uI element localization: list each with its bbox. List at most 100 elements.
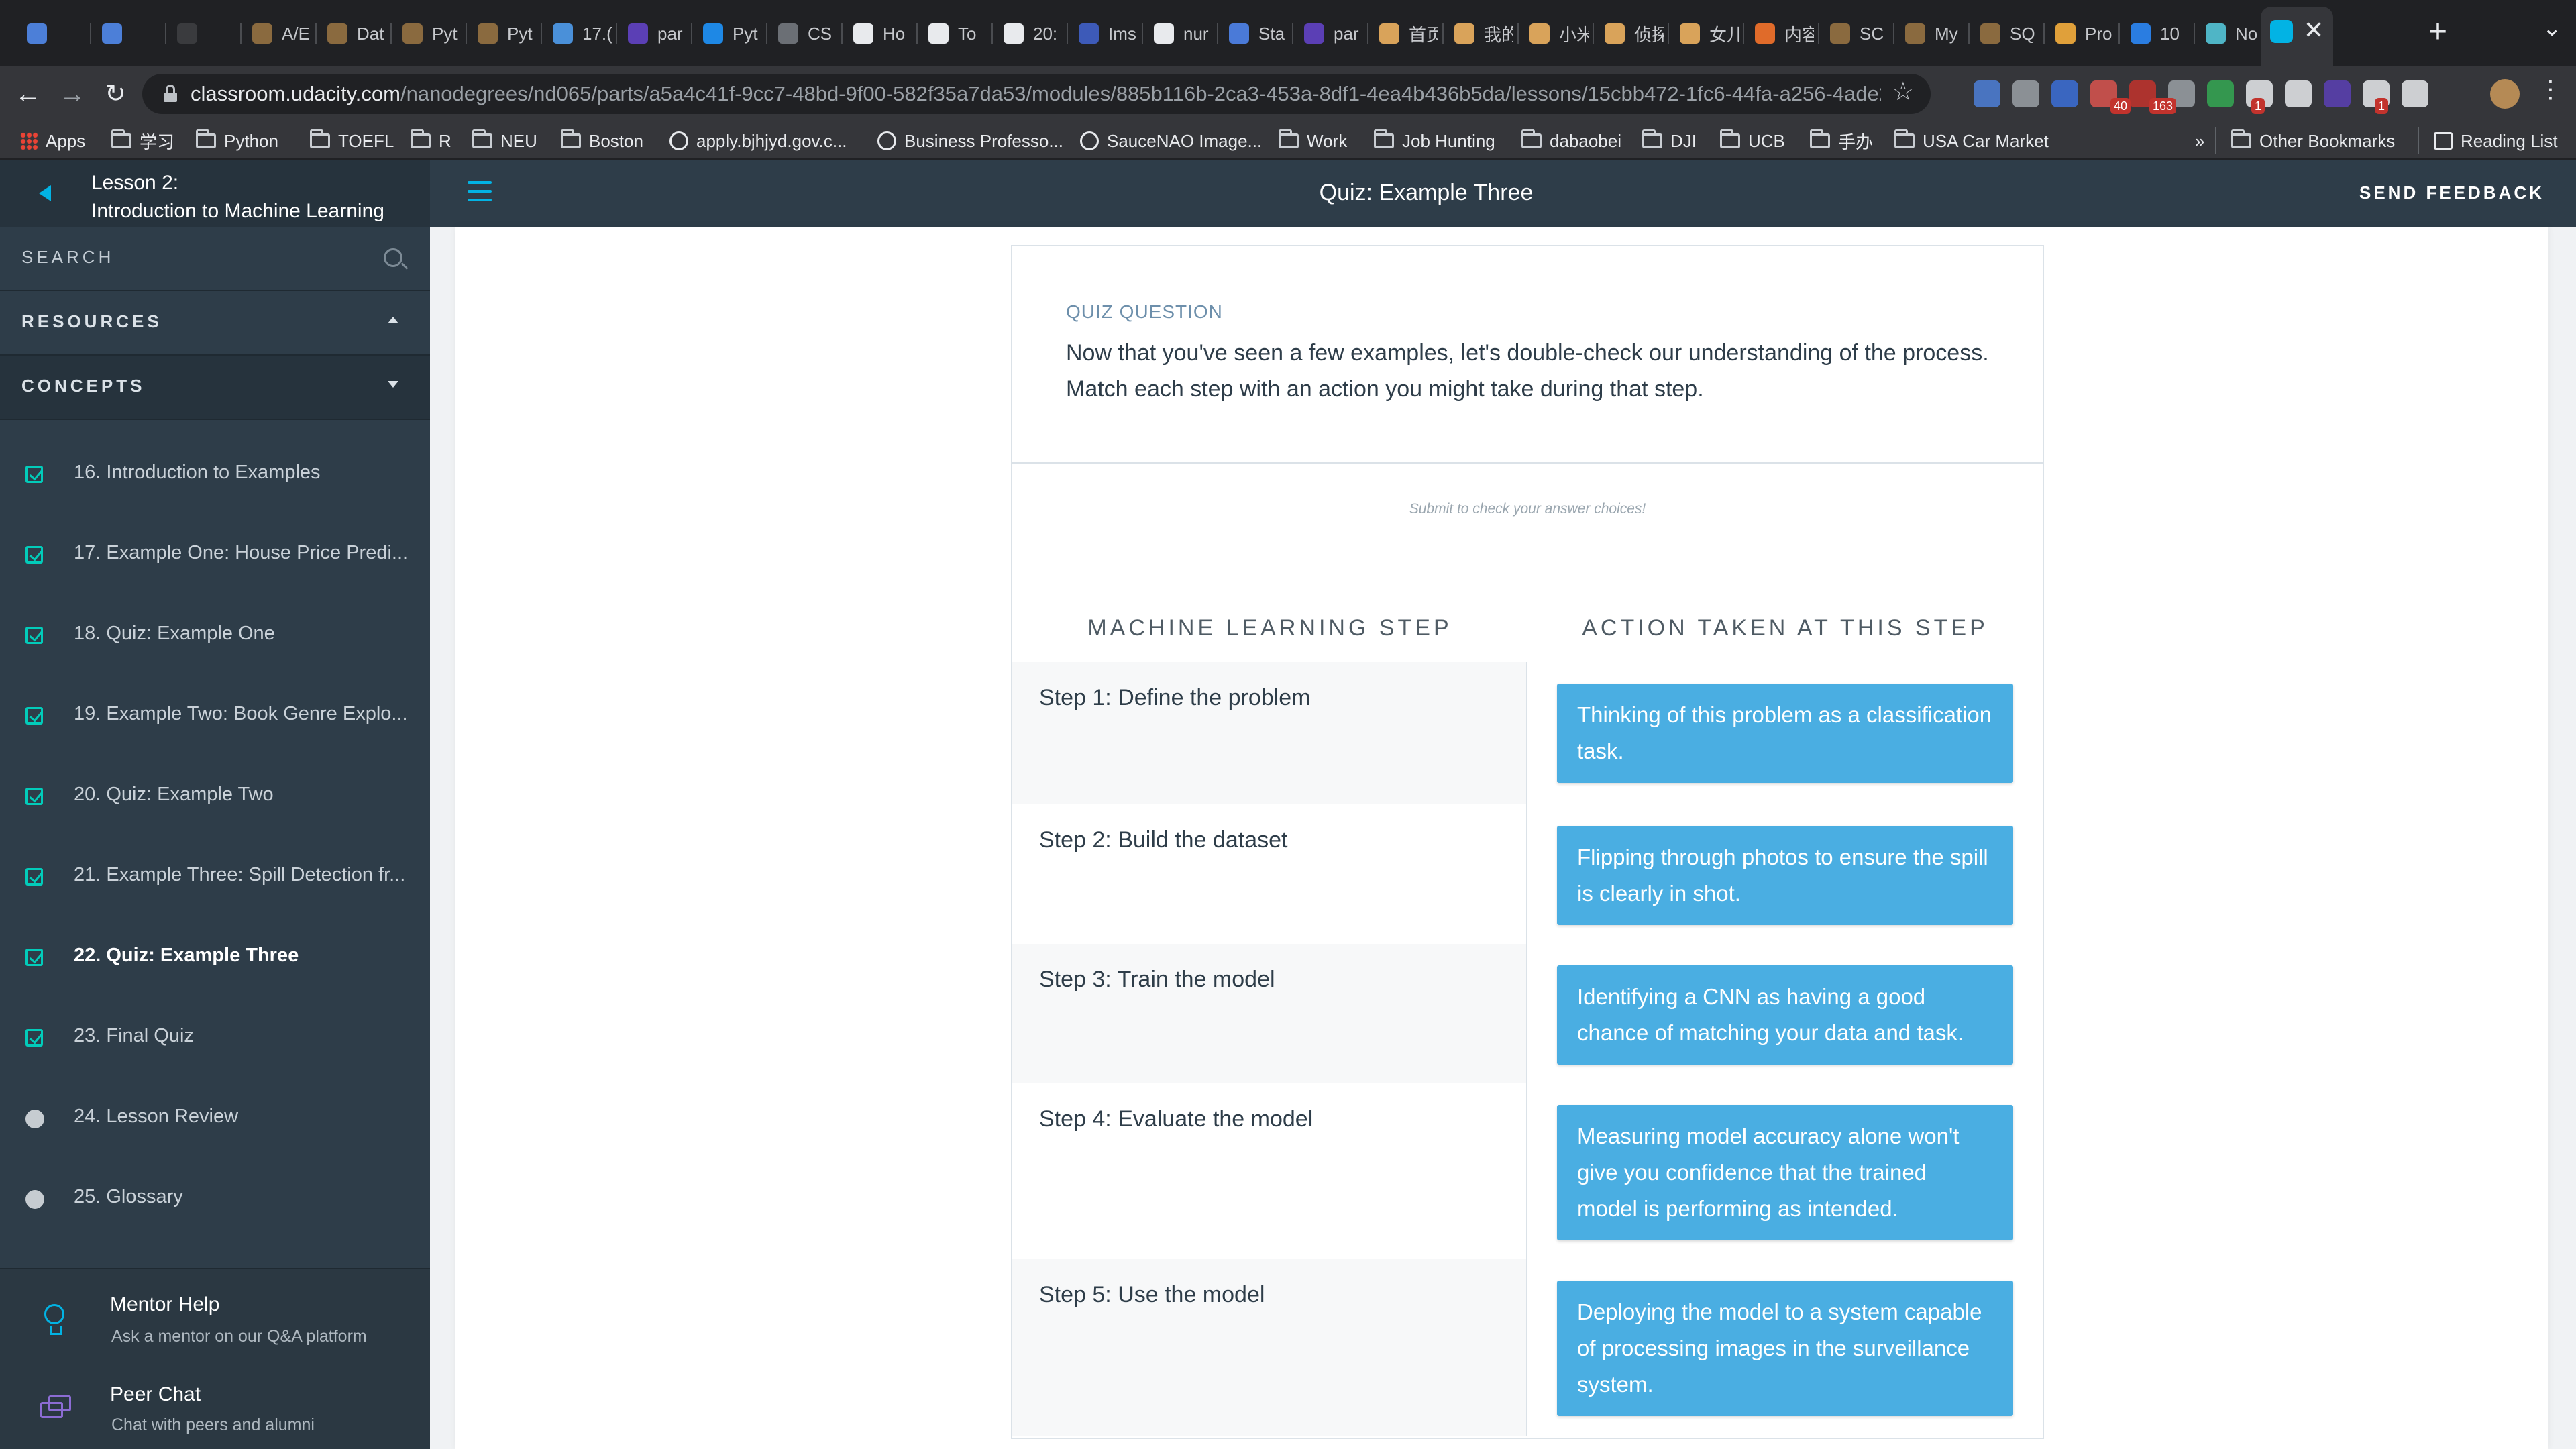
browser-tab[interactable]: 侦探 [1598,16,1664,51]
browser-tab[interactable]: My [1898,16,1964,51]
extension-icon[interactable] [2051,80,2078,107]
peer-chat-title[interactable]: Peer Chat [110,1383,201,1406]
browser-tab[interactable]: 女儿 [1673,16,1739,51]
sidebar-search[interactable]: SEARCH [0,227,430,291]
browser-tab[interactable]: To [922,16,987,51]
browser-tab[interactable]: 我的 [1448,16,1513,51]
url-text[interactable]: classroom.udacity.com/nanodegrees/nd065/… [191,74,1881,114]
bookmark-item[interactable]: 学习 [111,127,174,154]
draggable-action-chip[interactable]: Deploying the model to a system capable … [1557,1281,2013,1416]
checkbox-checked-icon [25,546,43,564]
draggable-action-chip[interactable]: Flipping through photos to ensure the sp… [1557,826,2013,925]
browser-tab[interactable]: Pro [2049,16,2114,51]
extension-icon[interactable] [2285,80,2312,107]
bookmark-item[interactable]: Python [196,127,278,154]
bookmark-item[interactable]: Boston [561,127,643,154]
browser-tab[interactable]: Pyt [696,16,762,51]
extension-icon[interactable] [2012,80,2039,107]
browser-tab[interactable]: nur [1147,16,1213,51]
browser-tab[interactable]: par [1297,16,1363,51]
bookmark-other[interactable]: Other Bookmarks [2215,127,2395,154]
draggable-action-chip[interactable]: Measuring model accuracy alone won't giv… [1557,1105,2013,1240]
browser-tab[interactable]: 首页 [1373,16,1438,51]
back-triangle-icon[interactable] [39,185,51,201]
bookmark-item[interactable]: Apps [20,127,85,154]
extension-icon[interactable] [2324,80,2351,107]
concept-item[interactable]: 24. Lesson Review [0,1077,430,1158]
browser-tab[interactable]: 小米 [1523,16,1589,51]
reading-list-button[interactable]: Reading List [2418,127,2558,154]
bookmark-item[interactable]: DJI [1642,127,1697,154]
tab-separator [1367,23,1368,44]
search-input[interactable]: SEARCH [21,247,114,268]
active-tab[interactable]: ✕ [2261,7,2333,66]
concept-item[interactable]: 22. Quiz: Example Three [0,916,430,997]
concepts-toggle[interactable]: CONCEPTS [0,356,430,420]
concept-item[interactable]: 21. Example Three: Spill Detection fr... [0,836,430,916]
bookmark-item[interactable]: UCB [1720,127,1785,154]
reload-icon[interactable]: ↻ [97,75,134,113]
send-feedback-button[interactable]: SEND FEEDBACK [2359,182,2544,203]
browser-tab[interactable] [170,16,236,51]
extension-icon[interactable] [2402,80,2428,107]
browser-tab[interactable]: par [621,16,687,51]
browser-tab[interactable] [20,16,86,51]
browser-tab[interactable]: Ho [847,16,912,51]
lesson-header[interactable]: Lesson 2: Introduction to Machine Learni… [0,160,430,227]
close-tab-icon[interactable]: ✕ [2304,16,2324,44]
bookmark-item[interactable]: Business Professo... [877,127,1063,154]
bookmark-item[interactable]: USA Car Market [1894,127,2049,154]
bookmark-item[interactable]: apply.bjhjyd.gov.c... [669,127,847,154]
draggable-action-chip[interactable]: Identifying a CNN as having a good chanc… [1557,965,2013,1065]
lock-icon[interactable] [164,85,177,102]
bookmark-star-icon[interactable]: ☆ [1892,76,1915,107]
browser-tab[interactable]: No [2199,16,2265,51]
profile-avatar[interactable] [2490,79,2520,109]
browser-tab[interactable]: Pyt [396,16,462,51]
forward-arrow-icon[interactable]: → [54,75,91,113]
browser-tab-strip: A/E Dat Pyt Pyt 17.( par Pyt CS Ho To 20: Ims nur Sta… [0,0,2576,66]
mentor-help-title[interactable]: Mentor Help [110,1293,219,1316]
concept-item[interactable]: 18. Quiz: Example One [0,594,430,675]
resources-toggle[interactable]: RESOURCES [0,291,430,356]
extension-icon[interactable] [1974,80,2000,107]
concept-item[interactable]: 20. Quiz: Example Two [0,755,430,836]
back-arrow-icon[interactable]: ← [9,75,47,113]
new-tab-button[interactable]: + [2428,12,2447,52]
browser-tab[interactable]: CS [771,16,837,51]
address-bar[interactable]: classroom.udacity.com/nanodegrees/nd065/… [142,74,1931,114]
concept-item[interactable]: 23. Final Quiz [0,997,430,1077]
draggable-action-chip[interactable]: Thinking of this problem as a classifica… [1557,684,2013,783]
bookmark-item[interactable]: Job Hunting [1374,127,1495,154]
tab-separator [1593,23,1594,44]
bookmark-item[interactable]: Work [1279,127,1347,154]
browser-tab[interactable]: 内容 [1748,16,1814,51]
browser-tab[interactable]: 20: [997,16,1063,51]
bookmark-item[interactable]: 手办 [1810,127,1873,154]
concept-item[interactable]: 25. Glossary [0,1158,430,1238]
bookmark-item[interactable]: SauceNAO Image... [1080,127,1262,154]
concept-item[interactable]: 16. Introduction to Examples [0,433,430,514]
concept-item[interactable]: 19. Example Two: Book Genre Explo... [0,675,430,755]
bookmark-item[interactable]: dabaobei [1521,127,1621,154]
browser-tab[interactable]: Sta [1222,16,1288,51]
browser-tab[interactable]: Pyt [471,16,537,51]
folder-icon [310,129,330,148]
concept-item[interactable]: 17. Example One: House Price Predi... [0,514,430,594]
bookmark-item[interactable]: TOEFL [310,127,394,154]
bookmark-item[interactable]: R [411,127,451,154]
browser-tab[interactable]: Dat [321,16,386,51]
bookmarks-overflow-button[interactable]: » [2195,127,2204,154]
browser-menu-icon[interactable]: ⋮ [2538,75,2563,103]
browser-tab[interactable]: 10 [2124,16,2190,51]
extension-icon[interactable] [2207,80,2234,107]
search-icon[interactable] [384,248,402,267]
browser-tab[interactable]: 17.( [546,16,612,51]
tab-search-chevron-icon[interactable]: ⌄ [2542,15,2562,42]
browser-tab[interactable]: SQ [1974,16,2039,51]
browser-tab[interactable] [95,16,161,51]
bookmark-item[interactable]: NEU [472,127,537,154]
browser-tab[interactable]: SC [1823,16,1889,51]
browser-tab[interactable]: A/E [246,16,311,51]
browser-tab[interactable]: Ims [1072,16,1138,51]
